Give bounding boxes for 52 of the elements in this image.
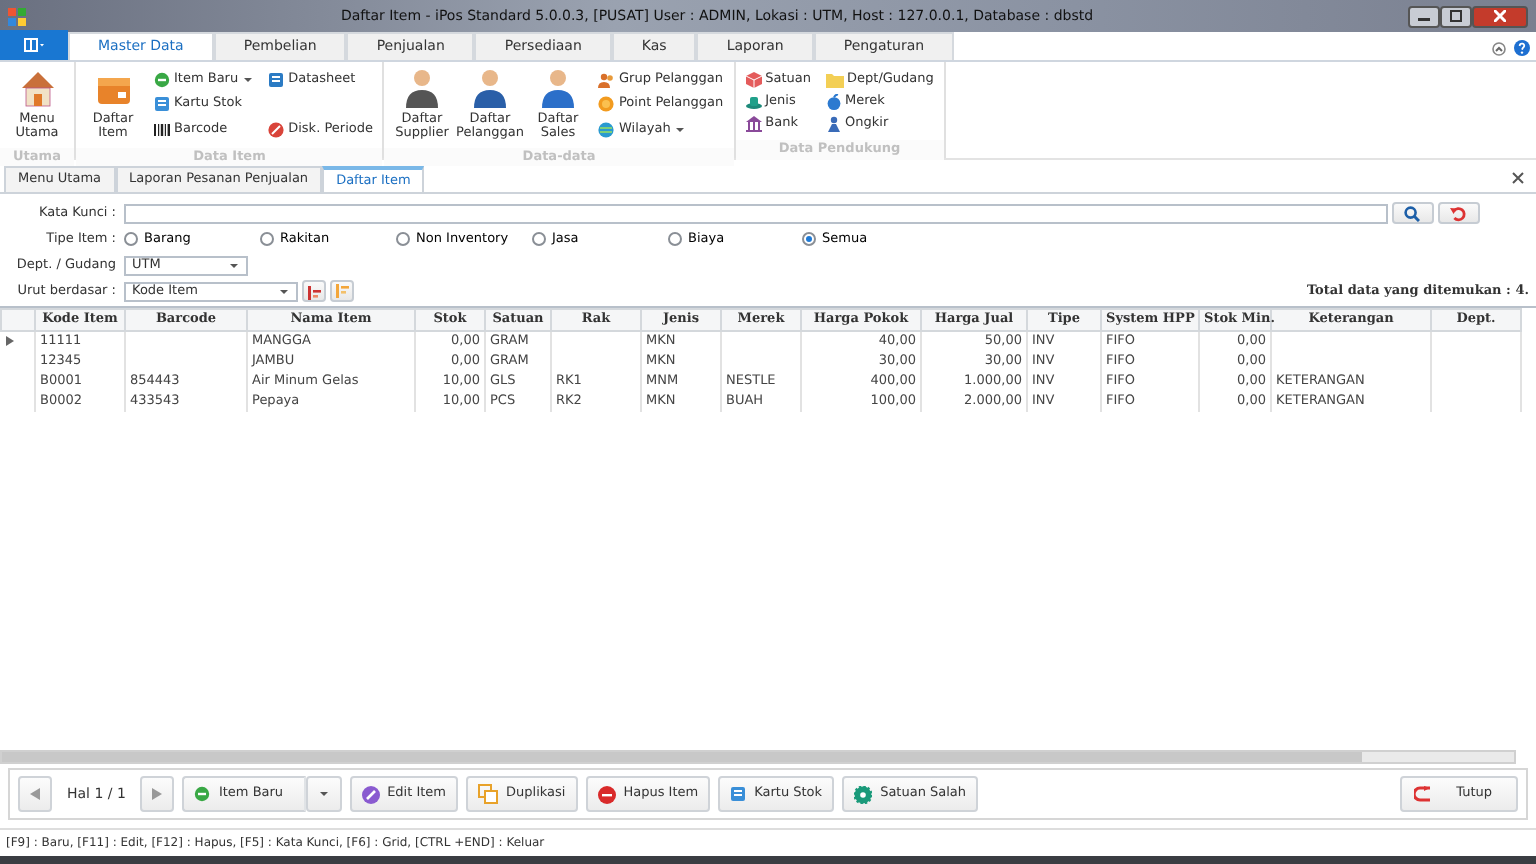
- cube-icon: [745, 71, 762, 87]
- sort-ascending-button[interactable]: [301, 280, 326, 302]
- horizontal-scrollbar[interactable]: [0, 750, 1516, 764]
- document-icon: [730, 786, 747, 802]
- spreadsheet-icon: [268, 71, 285, 87]
- caret-icon: [317, 790, 330, 798]
- search-icon: [1404, 205, 1421, 221]
- copy-icon: [478, 784, 499, 804]
- house-icon: [17, 68, 57, 108]
- person-icon: [539, 68, 576, 108]
- bank-icon: [745, 115, 762, 131]
- sort-ascending-icon: [305, 283, 322, 299]
- coin-icon: [598, 96, 615, 113]
- collapse-ribbon-icon: [1492, 41, 1506, 56]
- app-logo-icon: [8, 7, 26, 25]
- globe-icon: [598, 122, 615, 139]
- help-icon: [1513, 40, 1529, 57]
- caret-icon: [228, 261, 240, 269]
- search-button[interactable]: [1391, 202, 1434, 224]
- caret-icon: [242, 75, 255, 83]
- previous-page-button[interactable]: [18, 776, 52, 812]
- document-icon: [154, 96, 170, 113]
- maximize-icon: [1450, 10, 1462, 22]
- exit-icon: [1414, 786, 1433, 802]
- apple-icon: [825, 93, 842, 109]
- close-button[interactable]: [1472, 5, 1528, 27]
- delivery-person-icon: [825, 115, 842, 131]
- person-icon: [403, 68, 440, 108]
- undo-icon: [1450, 205, 1466, 221]
- app-menu-icon: [24, 38, 44, 52]
- discount-icon: [268, 122, 285, 139]
- keyword-field[interactable]: [124, 203, 1388, 223]
- gear-icon: [854, 785, 873, 803]
- caret-icon: [278, 287, 290, 295]
- next-page-button[interactable]: [140, 776, 175, 812]
- person-icon: [471, 68, 508, 108]
- sort-descending-icon: [333, 283, 349, 299]
- right-arrow-icon: [152, 788, 163, 800]
- barcode-icon: [154, 122, 170, 139]
- pencil-icon: [361, 785, 380, 803]
- minimize-button[interactable]: [1408, 5, 1440, 27]
- hat-icon: [745, 93, 762, 109]
- app-menu-button[interactable]: [0, 30, 68, 60]
- caret-icon: [674, 126, 687, 135]
- reset-button[interactable]: [1437, 202, 1479, 224]
- folder-icon: [825, 71, 844, 87]
- left-arrow-icon: [30, 788, 40, 800]
- maximize-button[interactable]: [1440, 5, 1472, 27]
- close-icon[interactable]: [1512, 172, 1524, 184]
- minus-icon: [597, 785, 616, 803]
- close-icon: [1494, 10, 1506, 22]
- people-icon: [598, 71, 615, 87]
